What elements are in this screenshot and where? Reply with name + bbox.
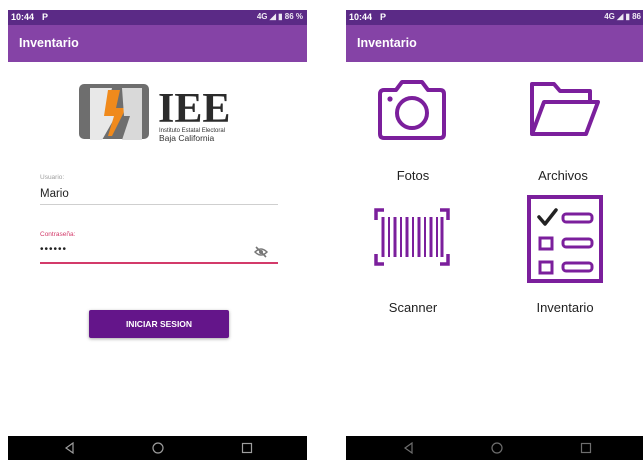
home-icon[interactable] <box>151 441 165 455</box>
status-time: 10:44 <box>349 12 373 22</box>
navigation-bar <box>346 436 643 460</box>
app-title: Inventario <box>357 36 417 50</box>
status-indicators: 4G ◢ ▮ 86 % <box>256 12 303 21</box>
app-bar: Inventario <box>8 25 307 62</box>
status-indicators: 4G ◢ ▮ 86 <box>604 12 641 21</box>
recents-icon[interactable] <box>579 441 593 455</box>
menu-item-archivos[interactable]: Archivos <box>496 70 643 190</box>
logo-subtitle-2: Baja California <box>159 133 215 143</box>
app-bar: Inventario <box>346 25 643 62</box>
eye-off-icon[interactable] <box>254 246 268 258</box>
login-button[interactable]: INICIAR SESION <box>89 310 229 338</box>
username-label: Usuario: <box>40 174 65 181</box>
navigation-bar <box>8 436 307 460</box>
back-icon[interactable] <box>402 441 416 455</box>
barcode-icon <box>374 208 450 266</box>
notification-icon: P <box>42 12 49 22</box>
menu-item-label: Inventario <box>536 300 594 315</box>
login-screen: 10:44 P 4G ◢ ▮ 86 % Inventario IEE Insti… <box>8 10 307 460</box>
iee-logo: IEE Instituto Estatal Electoral Baja Cal… <box>79 84 230 143</box>
menu-screen: 10:44 P 4G ◢ ▮ 86 Inventario Fotos Archi… <box>346 10 643 460</box>
home-icon[interactable] <box>490 441 504 455</box>
menu-item-label: Fotos <box>396 168 430 183</box>
status-bar: 10:44 P 4G ◢ ▮ 86 % <box>8 10 307 25</box>
username-underline <box>40 204 278 205</box>
back-icon[interactable] <box>63 441 77 455</box>
status-bar: 10:44 P 4G ◢ ▮ 86 <box>346 10 643 25</box>
menu-item-scanner[interactable]: Scanner <box>346 200 496 320</box>
menu-item-label: Archivos <box>538 168 588 183</box>
password-label: Contraseña: <box>40 231 76 238</box>
checklist-icon <box>527 195 603 283</box>
menu-item-fotos[interactable]: Fotos <box>346 70 496 190</box>
password-underline <box>40 262 278 264</box>
status-time: 10:44 <box>11 12 35 22</box>
menu-item-label: Scanner <box>388 300 438 315</box>
recents-icon[interactable] <box>240 441 254 455</box>
menu-item-inventario[interactable]: Inventario <box>496 192 643 320</box>
app-title: Inventario <box>19 36 79 50</box>
folder-icon <box>530 82 600 136</box>
camera-icon <box>378 80 446 140</box>
username-field[interactable]: Mario <box>40 188 278 200</box>
logo-text: IEE <box>158 86 230 132</box>
notification-icon: P <box>380 12 387 22</box>
password-field[interactable]: •••••• <box>40 244 278 255</box>
